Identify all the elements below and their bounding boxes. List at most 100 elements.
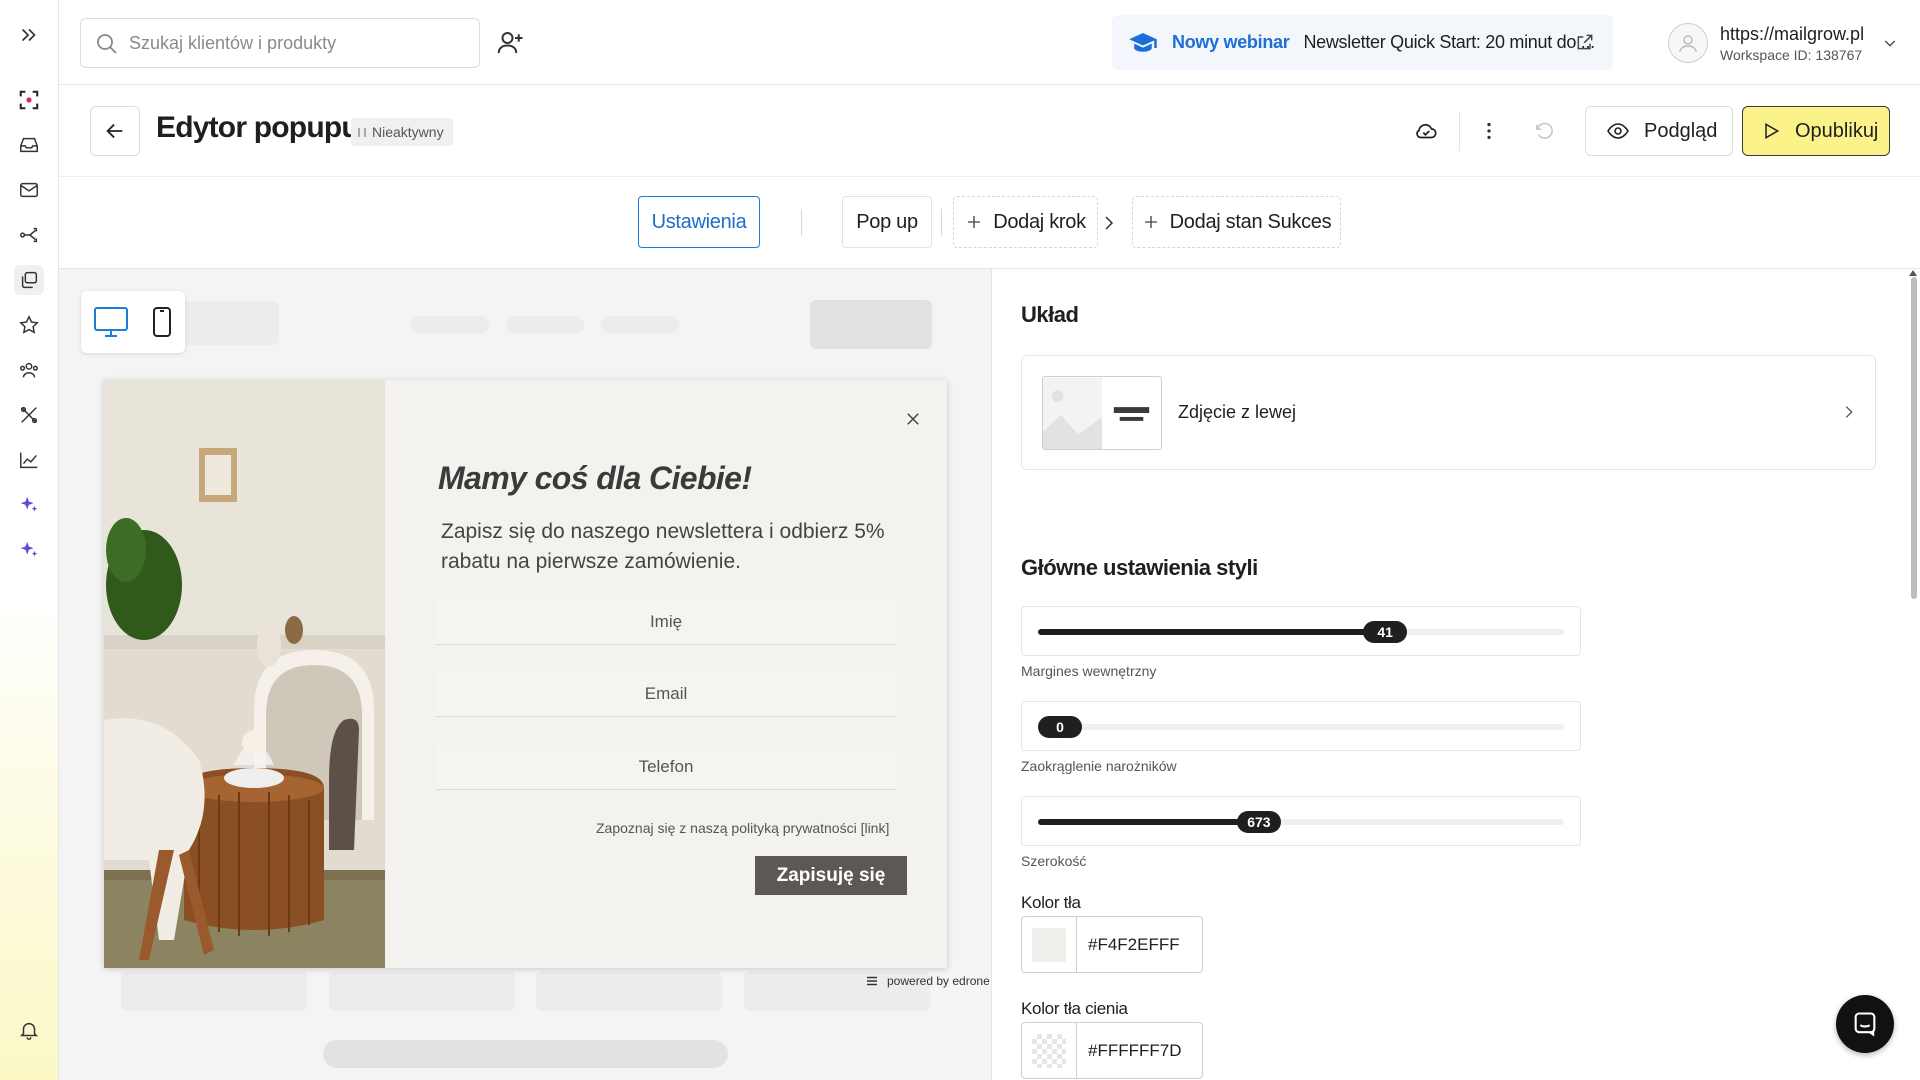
chat-button[interactable]: [1836, 995, 1894, 1053]
expand-sidebar-icon[interactable]: [14, 20, 44, 50]
search-icon: [97, 34, 117, 54]
slider-fill: [1038, 629, 1386, 635]
corner-radius-label: Zaokrąglenie narożników: [1021, 758, 1177, 774]
placeholder-block: [329, 971, 515, 1011]
eye-icon: [1607, 123, 1629, 139]
ai-assistant-icon[interactable]: [14, 535, 44, 565]
slider-knob[interactable]: 41: [1363, 621, 1408, 643]
step-separator: [801, 209, 802, 236]
phone-field[interactable]: Telefon: [436, 745, 896, 790]
layout-heading: Układ: [1021, 302, 1079, 327]
email-field[interactable]: Email: [436, 672, 896, 717]
mobile-icon[interactable]: [151, 306, 173, 338]
status-badge: Nieaktywny: [351, 118, 453, 146]
ai-sparkle-icon[interactable]: [14, 490, 44, 520]
add-success-state-button[interactable]: Dodaj stan Sukces: [1132, 196, 1341, 248]
preview-button[interactable]: Podgląd: [1585, 106, 1733, 156]
search-box[interactable]: [80, 18, 480, 68]
status-label: Nieaktywny: [372, 124, 444, 140]
external-link-icon[interactable]: [1575, 32, 1595, 52]
editor-header: Edytor popupu Nieaktywny Podgląd Opublik…: [59, 85, 1920, 177]
inbox-icon[interactable]: [14, 130, 44, 160]
users-icon[interactable]: [14, 355, 44, 385]
first-name-field[interactable]: Imię: [436, 600, 896, 645]
placeholder-block: [411, 316, 489, 334]
device-toggle: [81, 291, 185, 353]
placeholder-block: [810, 300, 932, 349]
top-bar: Nowy webinar Newsletter Quick Start: 20 …: [59, 0, 1920, 85]
privacy-text[interactable]: Zapoznaj się z naszą polityką prywatnośc…: [596, 820, 889, 836]
bg-color-swatch[interactable]: [1022, 917, 1077, 972]
shadow-color-swatch[interactable]: [1022, 1023, 1077, 1078]
chevron-right-icon: [1845, 406, 1853, 418]
focus-icon[interactable]: [14, 85, 44, 115]
settings-panel: Układ Zdjęcie z lewej Główne ustawienia …: [991, 269, 1920, 1080]
close-icon[interactable]: [898, 404, 928, 434]
powered-by[interactable]: powered by edrone: [866, 974, 990, 988]
padding-label: Margines wewnętrzny: [1021, 663, 1157, 679]
bg-color-value[interactable]: #F4F2EFFF: [1077, 935, 1180, 955]
account-menu[interactable]: https://mailgrow.pl Workspace ID: 138767: [1668, 18, 1898, 68]
layout-thumbnail: [1042, 376, 1162, 450]
placeholder-block: [183, 301, 279, 345]
shadow-color-value[interactable]: #FFFFFF7D: [1077, 1041, 1182, 1061]
subscribe-button[interactable]: Zapisuję się: [755, 856, 907, 895]
placeholder-block: [121, 971, 307, 1011]
mail-icon[interactable]: [14, 175, 44, 205]
width-slider[interactable]: 673: [1021, 796, 1581, 846]
shadow-color-field[interactable]: #FFFFFF7D: [1021, 1022, 1203, 1079]
preview-label: Podgląd: [1644, 119, 1718, 142]
graduation-cap-icon: [1129, 32, 1157, 52]
layout-option-card[interactable]: Zdjęcie z lewej: [1021, 355, 1876, 470]
star-icon[interactable]: [14, 310, 44, 340]
steps-bar: Ustawienia Pop up Dodaj krok Dodaj stan …: [59, 177, 1920, 269]
bg-color-label: Kolor tła: [1021, 893, 1081, 912]
search-input[interactable]: [129, 32, 459, 54]
avatar: [1668, 23, 1708, 63]
corner-radius-slider[interactable]: 0: [1021, 701, 1581, 751]
popups-icon[interactable]: [14, 265, 44, 295]
slider-track[interactable]: 41: [1038, 621, 1564, 643]
bg-color-field[interactable]: #F4F2EFFF: [1021, 916, 1203, 973]
add-step-button[interactable]: Dodaj krok: [953, 196, 1098, 248]
webinar-badge: Nowy webinar: [1172, 32, 1290, 52]
popup-heading: Mamy coś dla Ciebie!: [438, 460, 752, 496]
cloud-save-icon[interactable]: [1411, 116, 1441, 146]
sidebar: [0, 0, 59, 1080]
slider-knob[interactable]: 0: [1038, 716, 1082, 738]
webinar-banner[interactable]: Nowy webinar Newsletter Quick Start: 20 …: [1112, 15, 1613, 70]
add-success-label: Dodaj stan Sukces: [1169, 210, 1332, 233]
popup-preview[interactable]: Mamy coś dla Ciebie! Zapisz się do nasze…: [104, 380, 947, 968]
padding-slider[interactable]: 41: [1021, 606, 1581, 656]
placeholder-block: [506, 316, 584, 334]
publish-button[interactable]: Opublikuj: [1742, 106, 1890, 156]
placeholder-block: [323, 1040, 728, 1068]
scroll-up-icon[interactable]: [1908, 269, 1918, 277]
tools-icon[interactable]: [14, 400, 44, 430]
slider-fill: [1038, 819, 1259, 825]
slider-track[interactable]: 673: [1038, 811, 1564, 833]
bell-icon[interactable]: [14, 1015, 44, 1045]
slider-knob[interactable]: 673: [1236, 811, 1281, 833]
analytics-icon[interactable]: [14, 445, 44, 475]
back-button[interactable]: [90, 106, 140, 156]
flow-icon[interactable]: [14, 220, 44, 250]
width-label: Szerokość: [1021, 853, 1087, 869]
desktop-icon[interactable]: [93, 305, 129, 339]
styles-heading: Główne ustawienia styli: [1021, 555, 1258, 580]
add-user-icon[interactable]: [495, 28, 525, 58]
scrollbar[interactable]: [1911, 277, 1917, 599]
plus-icon: [968, 216, 981, 228]
publish-label: Opublikuj: [1795, 119, 1879, 142]
account-url: https://mailgrow.pl: [1720, 23, 1865, 44]
plus-icon: [1144, 216, 1157, 228]
step-separator: [941, 209, 942, 236]
step-popup[interactable]: Pop up: [842, 196, 932, 248]
step-settings[interactable]: Ustawienia: [638, 196, 760, 248]
more-options-icon[interactable]: [1474, 116, 1504, 146]
add-step-label: Dodaj krok: [993, 210, 1086, 233]
slider-track[interactable]: 0: [1038, 716, 1564, 738]
placeholder-block: [536, 971, 722, 1011]
workspace-id: Workspace ID: 138767: [1720, 46, 1863, 63]
undo-icon[interactable]: [1529, 116, 1559, 146]
